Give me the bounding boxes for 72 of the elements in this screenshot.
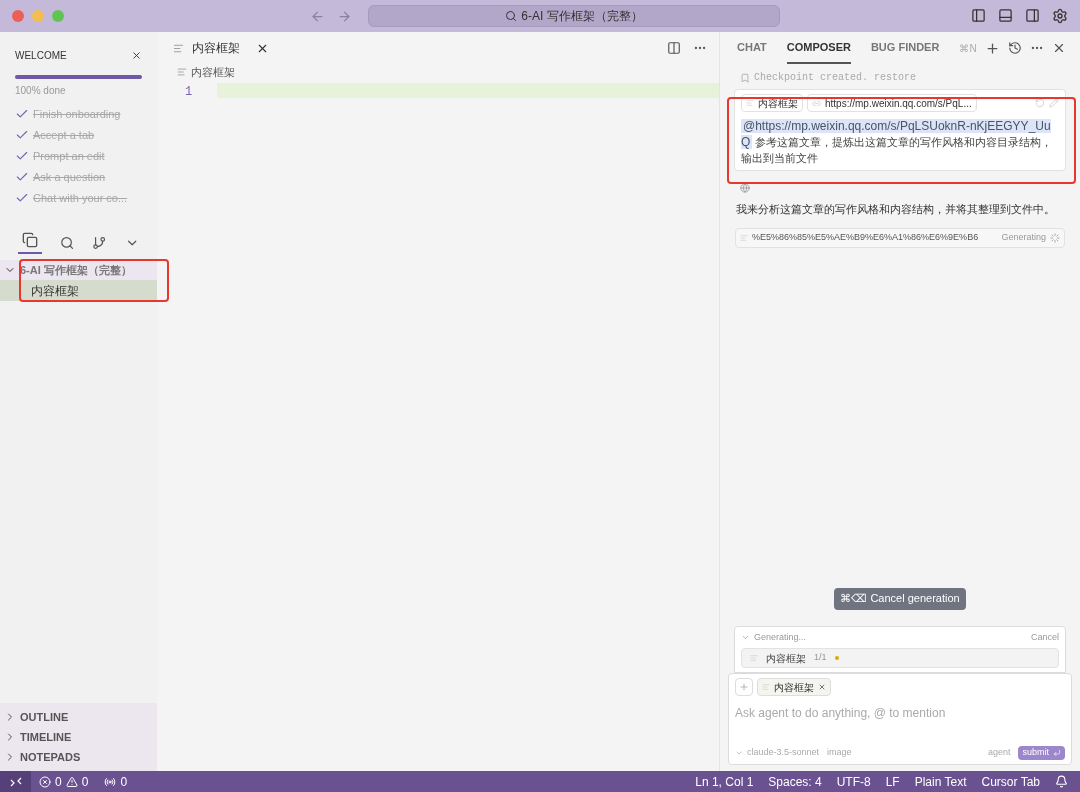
status-item[interactable]: Ln 1, Col 1 [695, 772, 754, 791]
branch-icon[interactable] [92, 235, 107, 251]
history-icon[interactable] [1007, 41, 1022, 55]
file-edit-card[interactable]: %E5%86%85%E5%AE%B9%E6%A1%86%E6%9E%B6 Generating [735, 227, 1065, 248]
close-icon[interactable] [131, 50, 142, 61]
link-chip[interactable]: https://mp.weixin.qq.com/s/PqL... [807, 94, 977, 112]
settings-icon[interactable] [1052, 8, 1068, 24]
status-item[interactable]: UTF-8 [836, 772, 871, 791]
plus-icon [739, 682, 749, 692]
port-count[interactable]: 0 [120, 772, 128, 791]
tab-label: 内容框架 [192, 40, 240, 57]
file-item[interactable]: 内容框架 [0, 280, 157, 301]
command-search-field[interactable]: 6-AI 写作框架（完整） [368, 5, 780, 27]
link-icon [812, 98, 821, 108]
file-chip[interactable]: 内容框架 [741, 94, 803, 112]
spinner-icon [1050, 232, 1060, 243]
plus-icon[interactable] [984, 40, 1000, 56]
section-label: OUTLINE [20, 709, 69, 725]
edit-icon[interactable] [1049, 98, 1059, 108]
split-editor-icon[interactable] [667, 41, 681, 55]
bell-icon[interactable] [1055, 775, 1068, 788]
antenna-icon [104, 775, 117, 788]
cancel-generation-tooltip[interactable]: ⌘⌫ Cancel generation [834, 587, 966, 610]
remote-button[interactable] [0, 771, 31, 792]
section-header[interactable]: NOTEPADS [0, 747, 157, 767]
generating-label: Generating... [754, 630, 807, 644]
section-header[interactable]: OUTLINE [0, 707, 157, 727]
section-label: TIMELINE [20, 729, 72, 745]
welcome-title: WELCOME [15, 49, 67, 63]
files-tab[interactable] [18, 232, 42, 254]
right-panel-icon[interactable] [1025, 8, 1040, 23]
folder-row[interactable]: 6-AI 写作框架（完整） [0, 260, 157, 280]
status-item[interactable]: LF [885, 772, 900, 791]
file-icon [177, 67, 187, 78]
panel-tab[interactable]: BUG FINDER [870, 32, 940, 64]
bottom-panel-icon[interactable] [998, 8, 1013, 23]
generating-file-row[interactable]: 内容框架 1/1 [741, 648, 1059, 668]
warning-count[interactable]: 0 [81, 772, 89, 791]
file-icon [173, 42, 184, 54]
breadcrumb[interactable]: 内容框架 [191, 64, 235, 81]
assistant-reply: 我来分析这篇文章的写作风格和内容结构，并将其整理到文件中。 [735, 202, 1056, 217]
error-icon [39, 775, 51, 788]
warning-icon [65, 775, 78, 788]
chevron-icon [735, 749, 743, 757]
file-chip[interactable]: 内容框架 [757, 678, 831, 696]
file-icon [740, 233, 748, 242]
enter-icon [1053, 749, 1061, 757]
remote-icon [9, 776, 22, 787]
shortcut-hint: ⌘N [959, 41, 977, 56]
search-icon [505, 10, 518, 22]
status-item[interactable]: Spaces: 4 [768, 772, 822, 791]
panel-tab[interactable]: CHAT [737, 32, 767, 64]
submit-button[interactable]: submit [1018, 746, 1065, 760]
cancel-button[interactable]: Cancel [1031, 630, 1059, 644]
left-panel-icon[interactable] [971, 8, 986, 23]
restore-icon[interactable] [1035, 98, 1045, 108]
section-label: NOTEPADS [20, 749, 81, 765]
file-icon [746, 99, 754, 107]
globe-icon [740, 183, 750, 193]
folder-name: 6-AI 写作框架（完整） [20, 262, 132, 278]
error-count[interactable]: 0 [55, 772, 62, 791]
status-item[interactable]: Cursor Tab [981, 772, 1040, 791]
progress-text: 100% done [14, 84, 67, 98]
panel-tab[interactable]: COMPOSER [786, 32, 851, 64]
prompt-input-field[interactable]: Ask agent to do anything, @ to mention [735, 704, 1065, 722]
search-icon[interactable] [60, 235, 75, 251]
status-item[interactable]: Plain Text [914, 772, 967, 791]
user-message: @https://mp.weixin.qq.com/s/PqLSUoknR-nKjEEGYY_UuQ 参考这篇文章，提炼出这篇文章的写作风格和内容目录结构，输出到当前文件 [741, 118, 1054, 166]
section-header[interactable]: TIMELINE [0, 727, 157, 747]
bookmark-icon [740, 72, 750, 83]
line-number: 1 [184, 83, 194, 101]
window-title: 6-AI 写作框架（完整） [521, 8, 643, 25]
